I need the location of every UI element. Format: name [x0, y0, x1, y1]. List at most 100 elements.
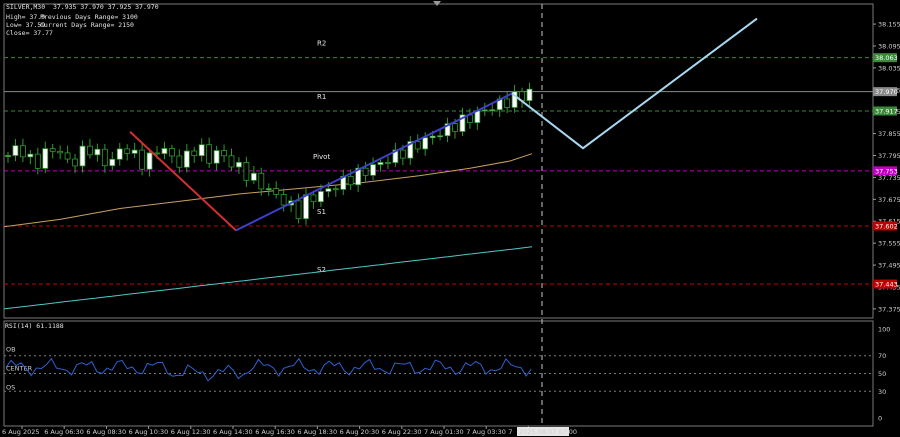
candle-body	[258, 172, 265, 190]
candle-body	[243, 161, 250, 181]
projection-line	[511, 17, 758, 150]
candle-body	[295, 200, 302, 220]
candle-body	[422, 137, 429, 150]
candle-body	[265, 188, 272, 190]
candle-body	[198, 144, 205, 157]
price-axis-label: 37.495	[878, 262, 900, 270]
candle-body	[49, 148, 56, 152]
candle-body	[183, 150, 190, 168]
candle-body	[332, 188, 339, 191]
time-axis-label: 6 Aug 12:30	[171, 428, 211, 436]
r1-level-label: R1	[317, 93, 326, 101]
candle-body	[27, 153, 34, 158]
candle-body	[64, 152, 71, 160]
candle-body	[12, 145, 19, 156]
candle-body	[72, 158, 78, 167]
candle-body	[124, 148, 131, 154]
trading-chart-window[interactable]: 38.15538.09538.03537.97537.91537.85537.7…	[0, 0, 900, 437]
candle-body	[273, 188, 280, 195]
candle-body	[526, 88, 533, 102]
candle-body	[325, 188, 332, 192]
rsi-os-label: OS	[6, 383, 15, 391]
candle-body	[206, 144, 213, 164]
price-axis-label: 37.555	[878, 240, 900, 248]
time-axis-label: 7 Aug 01:30	[424, 428, 464, 436]
candle-body	[161, 148, 168, 155]
candle-body	[42, 148, 49, 169]
s2-level-label: S2	[317, 266, 326, 274]
price-tag-label: 37.917	[875, 107, 898, 115]
price-axis-label: 38.155	[878, 21, 900, 29]
candle-body	[101, 148, 108, 167]
time-axis-label: 7 Aug 03:30	[466, 428, 506, 436]
rsi-ob-label: OB	[6, 346, 16, 354]
candle-body	[489, 109, 496, 112]
candle-body	[19, 145, 26, 158]
price-tag-label: 37.970	[875, 88, 898, 96]
price-axis-label: 38.095	[878, 42, 900, 50]
candle-body	[213, 150, 220, 164]
time-axis-label: 6 Aug 22:30	[382, 428, 422, 436]
candle-body	[94, 148, 101, 156]
price-axis-label: 37.375	[878, 305, 900, 313]
candle-body	[303, 194, 309, 220]
curr-range-info: Current Days Range= 2150	[40, 21, 134, 29]
candle-body	[168, 148, 175, 157]
close-info: Close= 37.77	[6, 29, 53, 37]
rsi-axis-label: 50	[878, 370, 886, 378]
ma-slow-line	[3, 246, 533, 310]
candle-body	[377, 162, 384, 165]
time-axis-label: 6 Aug 08:30	[86, 428, 126, 436]
candle-body	[437, 135, 444, 138]
candle-body	[139, 149, 146, 170]
time-axis-label: 6 Aug 06:30	[44, 428, 84, 436]
candle-body	[347, 176, 354, 186]
rsi-title: RSI(14) 61.1188	[5, 322, 64, 330]
price-chart[interactable]: 38.15538.09538.03537.97537.91537.85537.7…	[0, 0, 900, 437]
price-tag-label: 37.443	[875, 281, 898, 289]
candle-body	[176, 155, 183, 168]
candle-body	[5, 155, 11, 157]
candle-body	[504, 98, 511, 108]
candle-body	[399, 149, 406, 159]
uptrend-line	[235, 92, 513, 232]
price-axis-label: 38.035	[878, 64, 900, 72]
rsi-line	[5, 357, 532, 382]
candle-body	[370, 164, 376, 176]
candle-body	[109, 158, 116, 167]
price-tag-label: 38.063	[875, 54, 898, 62]
candle-body	[34, 153, 41, 169]
time-axis-label: 6 Aug 16:30	[255, 428, 295, 436]
candle-body	[87, 145, 93, 156]
rsi-axis-label: 70	[878, 352, 886, 360]
candle-body	[362, 167, 369, 176]
candle-body	[131, 149, 138, 154]
r2-level-label: R2	[317, 40, 326, 48]
candle-body	[228, 155, 235, 168]
time-axis-label: 7	[508, 428, 512, 436]
candle-body	[385, 162, 391, 164]
time-axis-label: 6 Aug 2025	[2, 428, 40, 436]
rsi-axis-label: 100	[878, 326, 890, 334]
downtrend-line	[129, 131, 237, 232]
candle-body	[452, 123, 458, 132]
price-axis-label: 37.675	[878, 196, 900, 204]
time-axis-label: 6 Aug 10:30	[129, 428, 169, 436]
candle-body	[146, 152, 153, 170]
time-axis-label: 6 Aug 20:30	[340, 428, 380, 436]
candle-body	[57, 150, 64, 154]
cursor-time-label: 2025.08.07 07:00	[519, 428, 577, 436]
price-tag-label: 37.753	[875, 167, 898, 175]
candle-body	[280, 194, 287, 206]
candle-body	[481, 109, 488, 112]
candle-body	[116, 148, 123, 160]
candle-body	[79, 145, 86, 167]
candle-body	[250, 172, 257, 181]
price-tag-label: 37.602	[875, 222, 898, 230]
candles-group	[5, 82, 533, 225]
candle-body	[191, 150, 198, 157]
price-axis-label: 37.795	[878, 152, 900, 160]
s1-level-label: S1	[317, 208, 326, 216]
symbol-info: SILVER,M30 37.935 37.970 37.925 37.970	[6, 3, 159, 11]
candle-body	[221, 150, 227, 157]
